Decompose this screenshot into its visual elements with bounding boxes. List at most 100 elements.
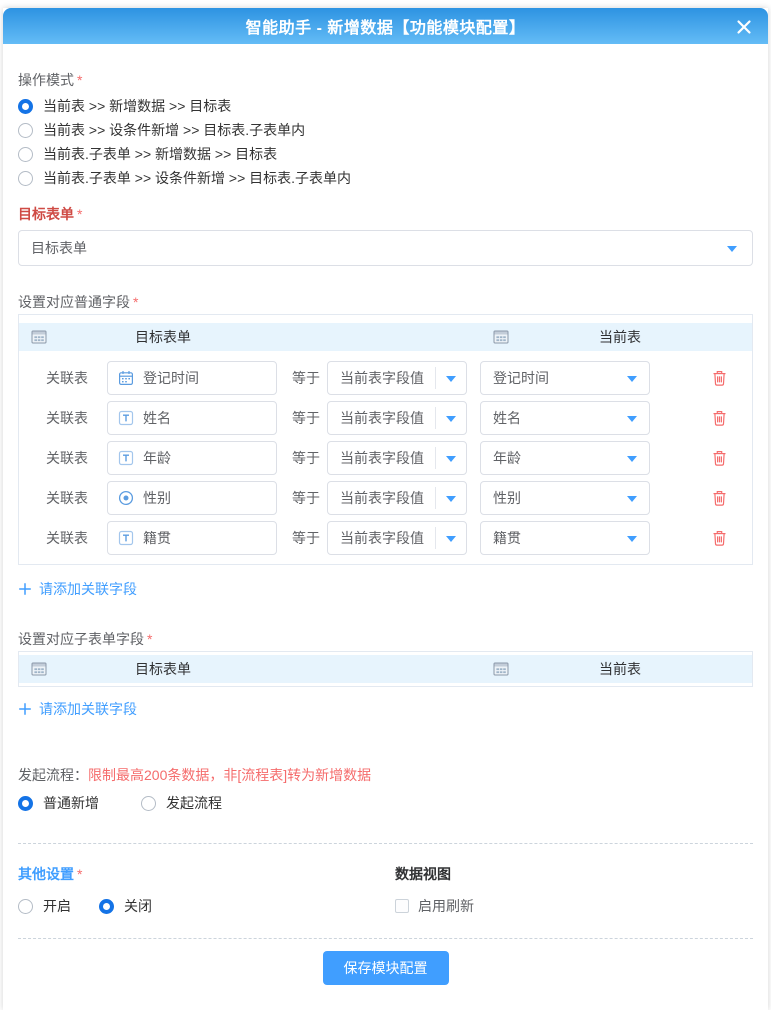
operator-label: 等于 (292, 408, 325, 428)
normal-fields-label: 设置对应普通字段* (18, 292, 753, 312)
current-field-select[interactable]: 性别 (480, 481, 650, 515)
plus-icon (18, 582, 32, 596)
target-field-box[interactable]: 籍贯 (107, 521, 277, 555)
operator-label: 等于 (292, 528, 325, 548)
data-view-label: 数据视图 (395, 864, 753, 884)
current-field-select[interactable]: 登记时间 (480, 361, 650, 395)
relation-table-label: 关联表 (46, 368, 94, 388)
current-field-select[interactable]: 年龄 (480, 441, 650, 475)
source-type-select[interactable]: 当前表字段值 (327, 401, 467, 435)
caret-down-icon (446, 376, 456, 382)
source-type-select[interactable]: 当前表字段值 (327, 481, 467, 515)
radio-selected-icon[interactable] (99, 899, 114, 914)
required-asterisk: * (77, 206, 82, 222)
source-type-select[interactable]: 当前表字段值 (327, 521, 467, 555)
divider (18, 843, 753, 844)
required-asterisk: * (77, 866, 82, 882)
subform-fields-label: 设置对应子表单字段* (18, 629, 753, 649)
target-field-box[interactable]: 年龄 (107, 441, 277, 475)
add-relation-field-link[interactable]: 请添加关联字段 (18, 579, 753, 599)
target-form-label: 目标表单* (18, 204, 753, 224)
required-asterisk: * (77, 72, 82, 88)
current-field-select[interactable]: 籍贯 (480, 521, 650, 555)
caret-down-icon (446, 536, 456, 542)
caret-down-icon (627, 376, 637, 382)
header-target-form: 目标表单 (135, 659, 191, 679)
operation-mode-group: 当前表 >> 新增数据 >> 目标表 当前表 >> 设条件新增 >> 目标表.子… (18, 94, 753, 190)
caret-down-icon (446, 416, 456, 422)
form-grid-icon (31, 662, 47, 676)
add-subform-field-link[interactable]: 请添加关联字段 (18, 699, 753, 719)
dialog-title: 智能助手 - 新增数据【功能模块配置】 (246, 14, 526, 38)
header-current-table: 当前表 (599, 327, 641, 347)
trash-icon[interactable] (712, 370, 728, 387)
relation-table-label: 关联表 (46, 408, 94, 428)
table-row: 关联表 性别 等于 当前表字段值 性别 (19, 481, 752, 515)
dialog-titlebar: 智能助手 - 新增数据【功能模块配置】 (3, 8, 768, 44)
form-grid-icon (31, 330, 47, 344)
relation-table-label: 关联表 (46, 488, 94, 508)
table-row: 关联表 籍贯 等于 当前表字段值 籍贯 (19, 521, 752, 555)
caret-down-icon (627, 416, 637, 422)
radio-selected-icon[interactable] (18, 796, 33, 811)
source-type-select[interactable]: 当前表字段值 (327, 441, 467, 475)
table-row: 关联表 年龄 等于 当前表字段值 年龄 (19, 441, 752, 475)
target-field-box[interactable]: 登记时间 (107, 361, 277, 395)
process-option-flow[interactable]: 发起流程 (141, 791, 222, 815)
caret-down-icon (446, 496, 456, 502)
form-grid-icon (493, 330, 509, 344)
normal-fields-table: 目标表单 当前表 关联表 登记时间 等于 当前表字段值 (18, 314, 753, 565)
header-current-table: 当前表 (599, 659, 641, 679)
radio-icon[interactable] (18, 171, 33, 186)
operation-mode-option-2[interactable]: 当前表 >> 设条件新增 >> 目标表.子表单内 (18, 118, 753, 142)
relation-table-label: 关联表 (46, 528, 94, 548)
process-warning: 限制最高200条数据，非[流程表]转为新增数据 (88, 767, 371, 783)
divider (18, 938, 753, 939)
other-settings-option-on[interactable]: 开启 (18, 894, 71, 918)
trash-icon[interactable] (712, 530, 728, 547)
required-asterisk: * (133, 294, 138, 310)
operator-label: 等于 (292, 488, 325, 508)
target-form-select[interactable]: 目标表单 (18, 230, 753, 266)
operator-label: 等于 (292, 368, 325, 388)
radio-field-icon (118, 490, 134, 506)
checkbox-icon[interactable] (395, 899, 409, 913)
plus-icon (18, 702, 32, 716)
caret-down-icon (627, 536, 637, 542)
operation-mode-option-3[interactable]: 当前表.子表单 >> 新增数据 >> 目标表 (18, 142, 753, 166)
required-asterisk: * (147, 631, 152, 647)
radio-selected-icon[interactable] (18, 99, 33, 114)
process-label: 发起流程：限制最高200条数据，非[流程表]转为新增数据 (18, 765, 753, 785)
caret-down-icon (627, 496, 637, 502)
operation-mode-option-1[interactable]: 当前表 >> 新增数据 >> 目标表 (18, 94, 753, 118)
radio-icon[interactable] (141, 796, 156, 811)
other-settings-option-off[interactable]: 关闭 (99, 894, 152, 918)
radio-icon[interactable] (18, 147, 33, 162)
table-row: 关联表 姓名 等于 当前表字段值 姓名 (19, 401, 752, 435)
target-field-box[interactable]: 姓名 (107, 401, 277, 435)
process-option-normal[interactable]: 普通新增 (18, 791, 99, 815)
trash-icon[interactable] (712, 490, 728, 507)
close-icon[interactable] (734, 17, 754, 37)
operation-mode-option-4[interactable]: 当前表.子表单 >> 设条件新增 >> 目标表.子表单内 (18, 166, 753, 190)
caret-down-icon (627, 456, 637, 462)
current-field-select[interactable]: 姓名 (480, 401, 650, 435)
enable-refresh-option[interactable]: 启用刷新 (395, 894, 753, 918)
subform-fields-table: 目标表单 当前表 (18, 651, 753, 687)
target-field-box[interactable]: 性别 (107, 481, 277, 515)
radio-icon[interactable] (18, 123, 33, 138)
radio-icon[interactable] (18, 899, 33, 914)
trash-icon[interactable] (712, 450, 728, 467)
caret-down-icon (727, 246, 737, 252)
caret-down-icon (446, 456, 456, 462)
target-form-value: 目标表单 (31, 238, 87, 258)
trash-icon[interactable] (712, 410, 728, 427)
text-field-icon (118, 530, 134, 546)
table-header: 目标表单 当前表 (19, 323, 752, 351)
text-field-icon (118, 450, 134, 466)
table-row: 关联表 登记时间 等于 当前表字段值 登记时间 (19, 361, 752, 395)
other-settings-options: 开启 关闭 (18, 894, 395, 918)
save-module-config-button[interactable]: 保存模块配置 (323, 951, 449, 985)
smart-assistant-dialog: 智能助手 - 新增数据【功能模块配置】 操作模式* 当前表 >> 新增数据 >>… (3, 8, 768, 1010)
source-type-select[interactable]: 当前表字段值 (327, 361, 467, 395)
